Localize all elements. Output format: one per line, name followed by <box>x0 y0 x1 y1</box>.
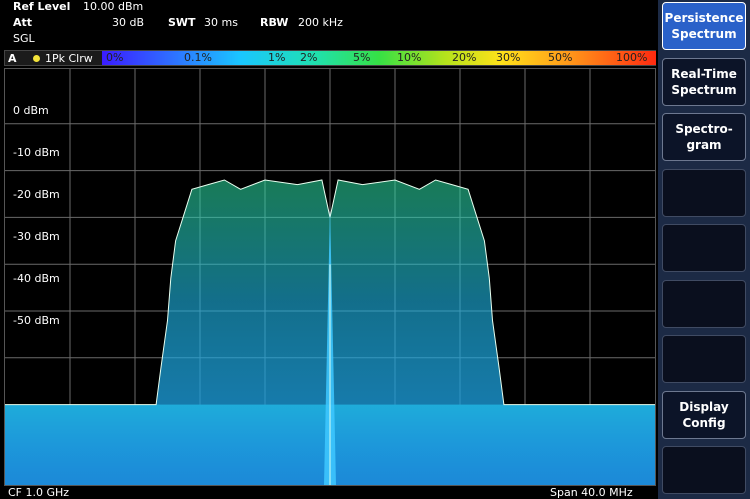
measurement-header: Ref Level 10.00 dBm Att 30 dB SWT 30 ms … <box>0 0 658 48</box>
softkey-label: gram <box>686 138 722 152</box>
softkey-display-config[interactable]: Display Config <box>662 391 746 439</box>
softkey-real-time-spectrum[interactable]: Real-Time Spectrum <box>662 58 746 106</box>
y-tick-label: -20 dBm <box>13 188 60 201</box>
scale-label: 30% <box>496 51 521 64</box>
scale-label: 100% <box>616 51 648 64</box>
y-tick-label: 0 dBm <box>13 104 49 117</box>
att-label: Att <box>13 16 33 29</box>
softkey-label: Persistence <box>664 11 744 25</box>
plot-footer: CF 1.0 GHz Span 40.0 MHz <box>0 486 658 499</box>
softkey-spectrogram[interactable]: Spectro-gram <box>662 113 746 161</box>
trace-detector: 1Pk Clrw <box>45 52 93 65</box>
softkey-label: Config <box>682 416 726 430</box>
y-tick-label: -50 dBm <box>13 314 60 327</box>
sweep-mode: SGL <box>13 32 35 45</box>
softkey-label: Spectrum <box>671 27 737 41</box>
softkey-label: Spectro- <box>675 122 733 136</box>
trace-marker-dot <box>33 55 40 62</box>
y-tick-label: -10 dBm <box>13 146 60 159</box>
scale-label: 0.1% <box>184 51 212 64</box>
att-value: 30 dB <box>112 16 145 29</box>
ref-level-value: 10.00 dBm <box>83 0 144 13</box>
y-tick-label: -30 dBm <box>13 230 60 243</box>
scale-label: 2% <box>300 51 318 64</box>
scale-label: 5% <box>353 51 371 64</box>
scale-label: 1% <box>268 51 286 64</box>
rbw-label: RBW <box>260 16 289 29</box>
y-tick-label: -40 dBm <box>13 272 60 285</box>
center-frequency: CF 1.0 GHz <box>8 486 70 499</box>
scale-label: 0% <box>106 51 124 64</box>
scale-label: 20% <box>452 51 477 64</box>
swt-label: SWT <box>168 16 196 29</box>
softkey-label: Display <box>679 400 729 414</box>
softkey-empty-6[interactable] <box>662 280 746 328</box>
softkey-empty-7[interactable] <box>662 335 746 383</box>
softkey-empty-9[interactable] <box>662 446 746 494</box>
scale-label: 10% <box>397 51 422 64</box>
scale-label: 50% <box>548 51 573 64</box>
softkey-persistence-spectrum[interactable]: Persistence Spectrum <box>662 2 746 50</box>
ref-level-label: Ref Level <box>13 0 71 13</box>
softkey-label: Spectrum <box>671 83 737 97</box>
frequency-span: Span 40.0 MHz <box>550 486 633 499</box>
softkey-label: Real-Time <box>671 67 737 81</box>
window-label: A <box>8 52 17 65</box>
swt-value: 30 ms <box>204 16 238 29</box>
rbw-value: 200 kHz <box>298 16 343 29</box>
spectrum-plot[interactable]: 0 dBm -10 dBm -20 dBm -30 dBm -40 dBm -5… <box>4 68 656 486</box>
persistence-color-scale: 0% 0.1% 1% 2% 5% 10% 20% 30% 50% 100% <box>102 51 656 65</box>
spectrum-svg <box>5 69 655 485</box>
softkey-panel: Persistence Spectrum Real-Time Spectrum Sp… <box>658 0 750 499</box>
softkey-empty-4[interactable] <box>662 169 746 217</box>
softkey-empty-5[interactable] <box>662 224 746 272</box>
